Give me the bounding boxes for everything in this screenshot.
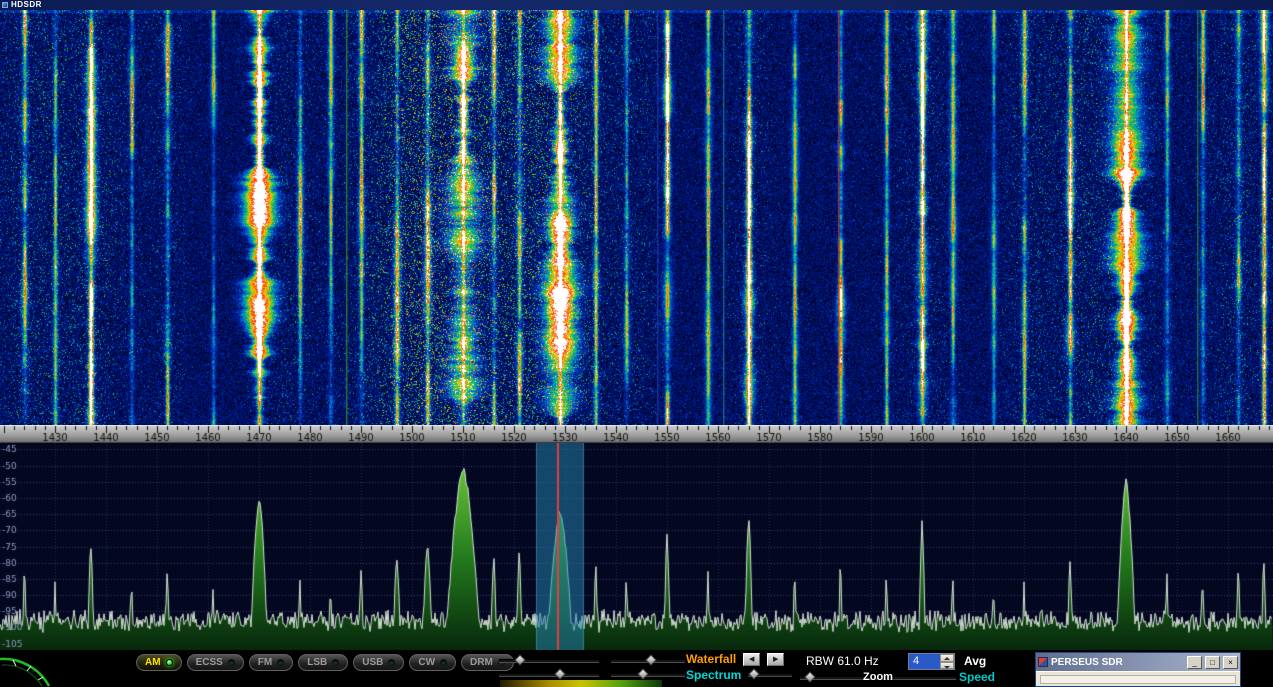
slider-thumb[interactable] bbox=[514, 654, 525, 665]
app-icon bbox=[2, 2, 8, 8]
spin-down-button[interactable] bbox=[940, 662, 954, 670]
perseus-title: PERSEUS SDR bbox=[1051, 657, 1184, 668]
mode-selector: AM ECSS FM LSB USB CW bbox=[136, 654, 514, 671]
signal-meter-arc bbox=[0, 650, 52, 687]
mode-led-icon bbox=[166, 659, 173, 666]
perseus-icon bbox=[1038, 657, 1048, 667]
mode-label: LSB bbox=[307, 657, 327, 668]
mode-button-lsb[interactable]: LSB bbox=[298, 654, 348, 671]
mode-led-icon bbox=[228, 659, 235, 666]
mode-label: USB bbox=[362, 657, 383, 668]
maximize-button[interactable]: □ bbox=[1205, 656, 1220, 669]
slider-thumb[interactable] bbox=[645, 654, 656, 665]
avg-spinner bbox=[940, 654, 954, 669]
slider-track[interactable] bbox=[611, 673, 685, 677]
spectrum-label: Spectrum bbox=[686, 668, 741, 682]
mode-led-icon bbox=[332, 659, 339, 666]
waterfall-next-button[interactable]: ▶ bbox=[767, 653, 784, 666]
mode-led-icon bbox=[388, 659, 395, 666]
title-bar[interactable]: HDSDR bbox=[0, 0, 1273, 10]
level-gradient-slider[interactable] bbox=[500, 680, 662, 687]
waterfall-label: Waterfall bbox=[686, 652, 736, 666]
speed-label: Speed bbox=[959, 670, 995, 684]
mode-led-icon bbox=[440, 659, 447, 666]
mode-button-ecss[interactable]: ECSS bbox=[187, 654, 244, 671]
mode-label: DRM bbox=[470, 657, 493, 668]
mode-button-am[interactable]: AM bbox=[136, 654, 182, 671]
mode-label: FM bbox=[258, 657, 272, 668]
mode-label: ECSS bbox=[196, 657, 223, 668]
avg-count-value: 4 bbox=[909, 654, 940, 669]
mode-button-cw[interactable]: CW bbox=[409, 654, 456, 671]
control-bar: AM ECSS FM LSB USB CW bbox=[0, 650, 1273, 687]
perseus-window-body bbox=[1036, 671, 1240, 687]
mode-button-usb[interactable]: USB bbox=[353, 654, 404, 671]
mode-led-icon bbox=[277, 659, 284, 666]
spectrum-mini-slider[interactable] bbox=[748, 673, 792, 677]
avg-label: Avg bbox=[964, 654, 986, 668]
slider-thumb[interactable] bbox=[638, 668, 649, 679]
level-sliders bbox=[499, 655, 689, 683]
spin-up-button[interactable] bbox=[940, 654, 954, 662]
slider-track[interactable] bbox=[499, 659, 599, 663]
perseus-control-strip bbox=[1040, 675, 1236, 684]
waterfall-display[interactable] bbox=[0, 10, 1273, 425]
display-labels: Waterfall ◀ ▶ Spectrum bbox=[686, 651, 792, 683]
waterfall-prev-button[interactable]: ◀ bbox=[743, 653, 760, 666]
hdsdr-app: HDSDR AM ECSS FM LSB bbox=[0, 0, 1273, 687]
zoom-control: Zoom bbox=[800, 671, 956, 684]
slider-thumb[interactable] bbox=[554, 668, 565, 679]
spectrum-display[interactable] bbox=[0, 443, 1273, 650]
slider-track[interactable] bbox=[499, 673, 599, 677]
perseus-window: PERSEUS SDR _ □ × bbox=[1035, 652, 1241, 687]
mode-label: CW bbox=[418, 657, 435, 668]
rbw-readout: RBW 61.0 Hz bbox=[806, 654, 879, 668]
minimize-button[interactable]: _ bbox=[1187, 656, 1202, 669]
slider-thumb[interactable] bbox=[748, 668, 759, 679]
zoom-label: Zoom bbox=[800, 671, 956, 683]
perseus-title-bar[interactable]: PERSEUS SDR _ □ × bbox=[1036, 653, 1240, 671]
close-button[interactable]: × bbox=[1223, 656, 1238, 669]
mode-label: AM bbox=[145, 657, 161, 668]
window-title: HDSDR bbox=[11, 1, 42, 9]
frequency-scale[interactable] bbox=[0, 425, 1273, 443]
avg-count-select[interactable]: 4 bbox=[908, 653, 955, 670]
mode-button-fm[interactable]: FM bbox=[249, 654, 293, 671]
slider-track[interactable] bbox=[611, 659, 685, 663]
